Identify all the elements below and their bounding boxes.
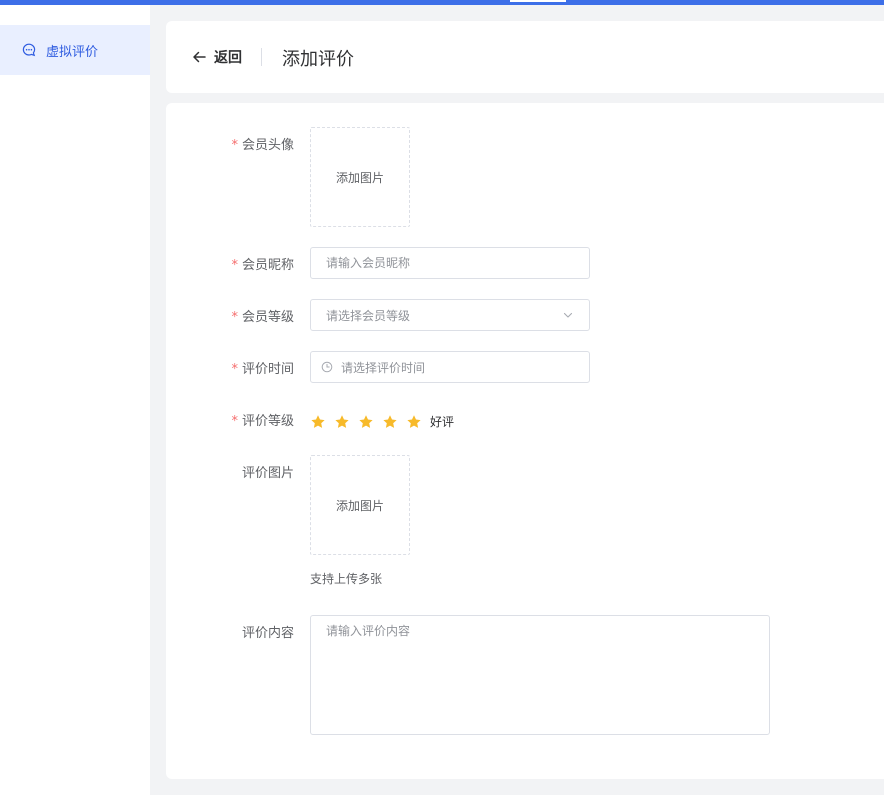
images-upload[interactable]: 添加图片 xyxy=(310,455,410,555)
star-icon[interactable] xyxy=(310,414,326,430)
required-mark: * xyxy=(231,138,238,153)
star-icon[interactable] xyxy=(382,414,398,430)
level-select[interactable]: 请选择会员等级 xyxy=(310,299,590,331)
content-label: 评价内容 xyxy=(242,622,294,641)
time-picker-placeholder: 请选择评价时间 xyxy=(341,360,426,375)
required-mark: * xyxy=(231,362,238,377)
back-button-label: 返回 xyxy=(214,50,242,66)
rating-label-text: 评价等级 xyxy=(241,414,294,429)
required-mark: * xyxy=(231,414,238,429)
sidebar: 虚拟评价 xyxy=(0,5,150,795)
level-label: * 会员等级 xyxy=(231,306,294,325)
images-label-text: 评价图片 xyxy=(241,466,294,481)
nickname-label: * 会员昵称 xyxy=(231,254,294,273)
level-select-placeholder: 请选择会员等级 xyxy=(326,308,411,323)
avatar-label-text: 会员头像 xyxy=(241,138,294,153)
required-mark: * xyxy=(231,310,238,325)
required-mark: * xyxy=(231,258,238,273)
level-label-text: 会员等级 xyxy=(241,310,294,325)
star-icon[interactable] xyxy=(358,414,374,430)
page-title: 添加评价 xyxy=(282,49,354,70)
star-icon[interactable] xyxy=(334,414,350,430)
review-form: *会员头像 添加图片 *会员昵称 *会员等级 请选择会员等级 *评价时间 请选择… xyxy=(166,103,884,779)
content-textarea[interactable] xyxy=(310,615,770,735)
content-label-text: 评价内容 xyxy=(241,626,294,641)
chevron-down-icon xyxy=(562,309,574,321)
chat-bubble-icon xyxy=(22,43,36,57)
rating-text: 好评 xyxy=(430,415,455,429)
rating-label: * 评价等级 xyxy=(231,410,294,429)
back-button[interactable]: 返回 xyxy=(192,47,242,67)
page-header: 返回 添加评价 xyxy=(166,21,884,93)
time-label-text: 评价时间 xyxy=(241,362,294,377)
nickname-label-text: 会员昵称 xyxy=(241,258,294,273)
images-hint: 支持上传多张 xyxy=(310,572,383,586)
avatar-upload-text: 添加图片 xyxy=(335,170,384,185)
top-bar-indicator xyxy=(510,0,566,2)
rating-stars[interactable]: 好评 xyxy=(310,413,454,430)
time-label: * 评价时间 xyxy=(231,358,294,377)
sidebar-item-label: 虚拟评价 xyxy=(46,44,99,60)
clock-icon xyxy=(321,361,333,373)
time-picker[interactable]: 请选择评价时间 xyxy=(310,351,590,383)
images-label: 评价图片 xyxy=(242,462,294,481)
header-divider xyxy=(261,48,262,66)
arrow-left-icon xyxy=(192,50,206,64)
images-upload-text: 添加图片 xyxy=(335,498,384,513)
star-icon[interactable] xyxy=(406,414,422,430)
nickname-input[interactable] xyxy=(310,247,590,279)
avatar-upload[interactable]: 添加图片 xyxy=(310,127,410,227)
avatar-label: * 会员头像 xyxy=(231,134,294,153)
sidebar-item-virtual-reviews[interactable]: 虚拟评价 xyxy=(0,25,150,75)
